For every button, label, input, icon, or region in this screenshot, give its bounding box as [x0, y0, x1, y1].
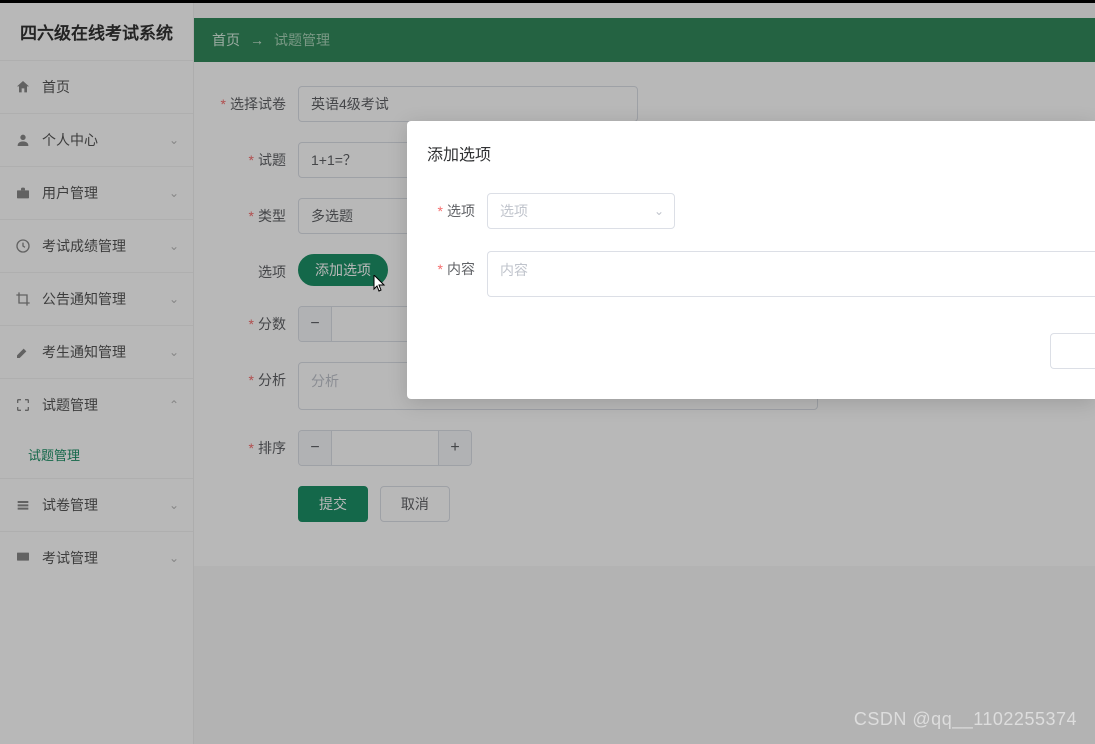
dialog-option-label: *选项 [427, 193, 487, 221]
dialog-action-button[interactable] [1050, 333, 1095, 369]
dialog-content-label: *内容 [427, 251, 487, 279]
dialog-title: 添加选项 [427, 141, 1095, 165]
dialog-option-select[interactable]: 选项 ⌄ [487, 193, 675, 229]
dialog-content-textarea[interactable]: 内容 [487, 251, 1095, 297]
add-option-dialog: 添加选项 *选项 选项 ⌄ *内容 内容 [407, 121, 1095, 399]
chevron-down-icon: ⌄ [654, 204, 664, 218]
